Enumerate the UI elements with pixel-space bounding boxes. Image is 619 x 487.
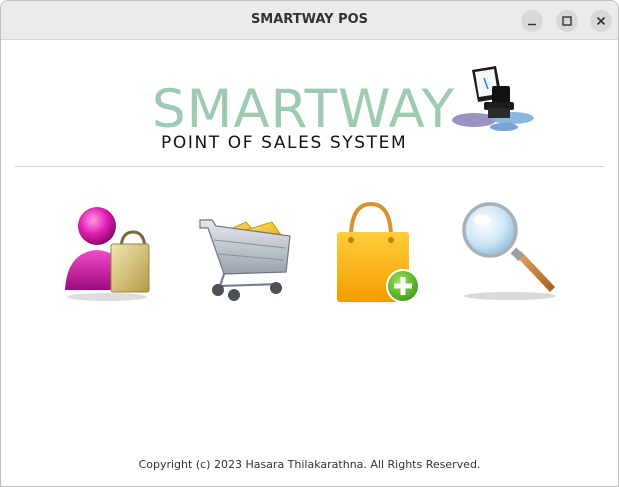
header-divider — [15, 166, 604, 167]
logo-tagline: POINT OF SALES SYSTEM — [161, 133, 408, 153]
customer-icon — [65, 207, 150, 301]
pos-terminal-icon — [452, 66, 534, 131]
minimize-icon — [528, 23, 536, 26]
shopping-bag-add-icon — [337, 201, 420, 303]
shopping-cart-icon — [199, 219, 291, 301]
copyright-footer: Copyright (c) 2023 Hasara Thilakarathna.… — [138, 458, 481, 471]
title-bar[interactable]: SMARTWAY POS — [1, 1, 618, 40]
add-product-button[interactable] — [327, 200, 431, 304]
search-button[interactable] — [458, 200, 562, 304]
maximize-icon — [562, 16, 572, 26]
shopping-cart-button[interactable] — [194, 200, 298, 304]
logo-wordmark: SMARTWAY — [152, 79, 455, 140]
app-window: SMARTWAY POS SMARTWAY POINT OF SALES SYS… — [0, 0, 619, 487]
customers-button[interactable] — [57, 200, 161, 304]
maximize-button[interactable] — [556, 10, 578, 32]
magnifier-icon — [462, 202, 556, 300]
minimize-button[interactable] — [521, 10, 543, 32]
close-icon — [596, 16, 606, 26]
close-button[interactable] — [590, 10, 612, 32]
main-content: SMARTWAY POINT OF SALES SYSTEM Copyright… — [1, 40, 618, 486]
